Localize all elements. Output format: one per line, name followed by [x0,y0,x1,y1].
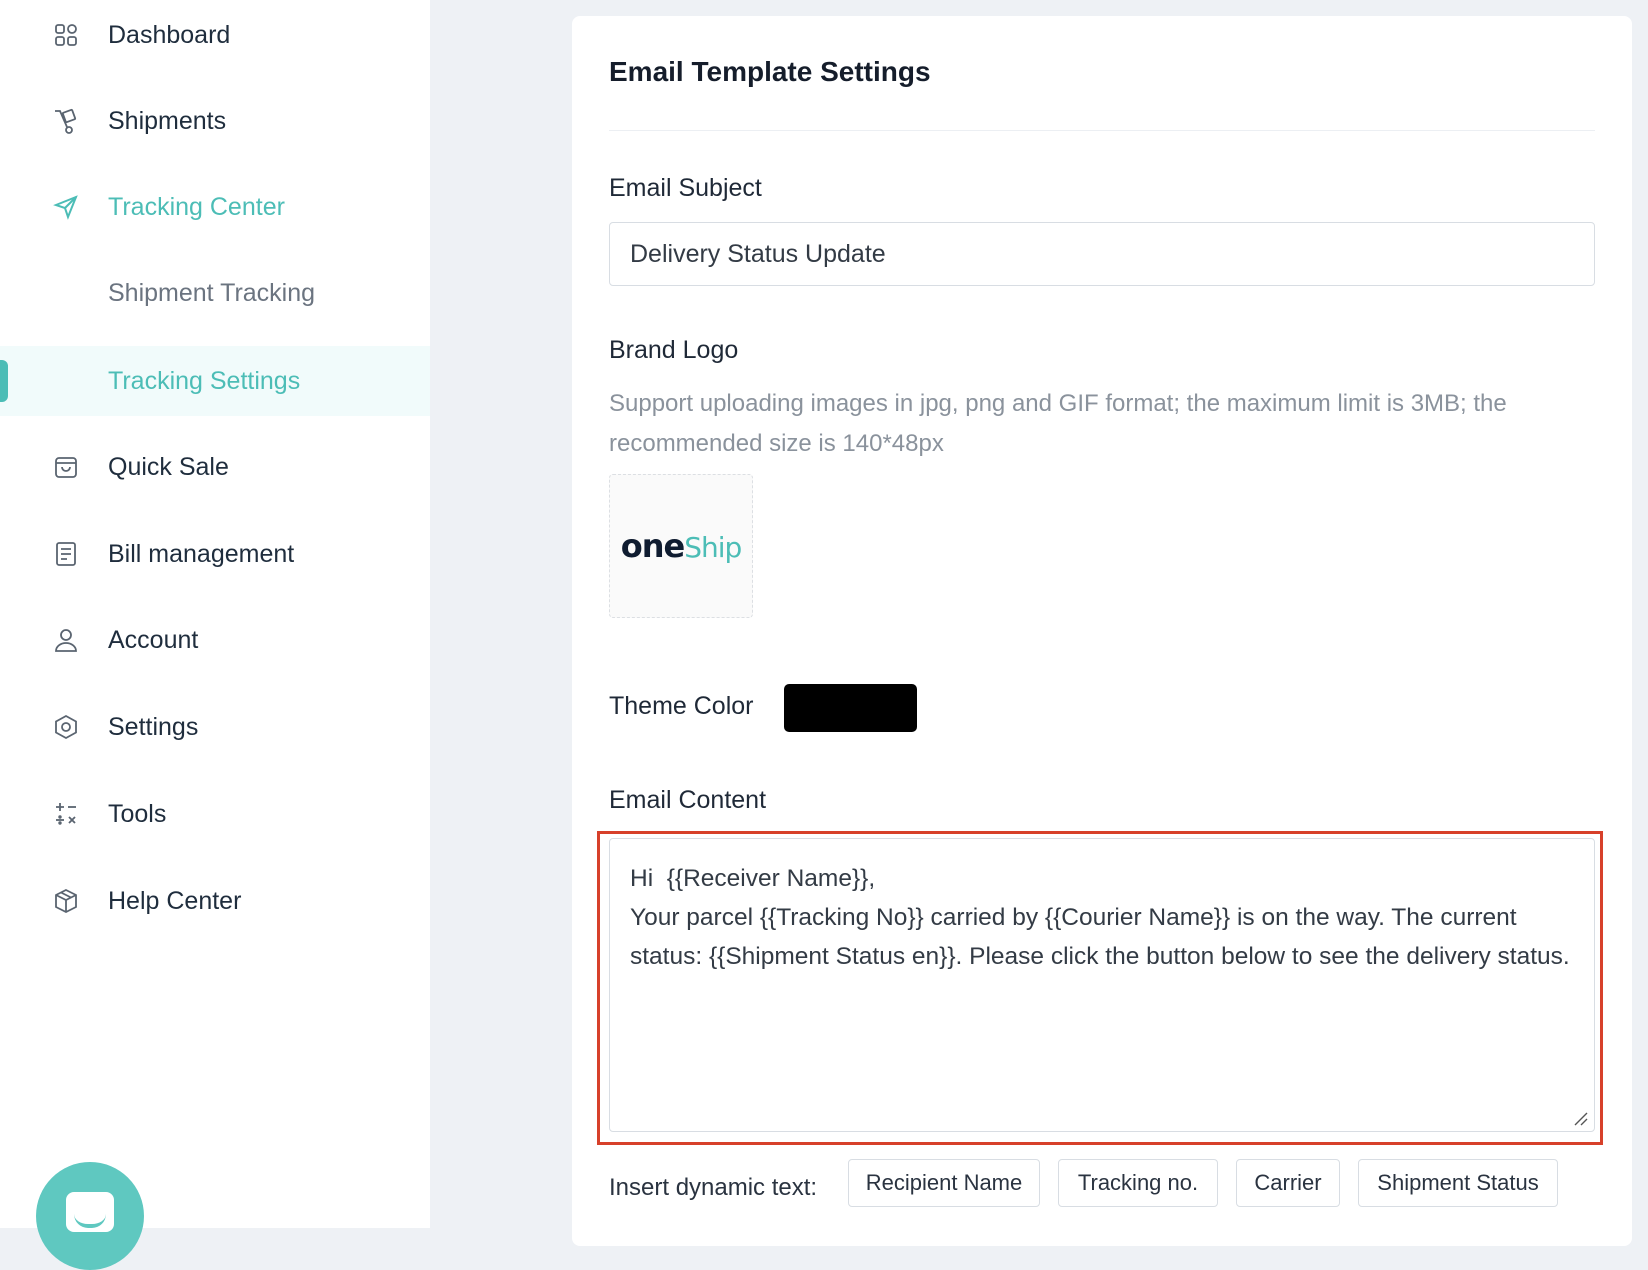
gear-icon [52,713,80,741]
brand-logo: oneShip [620,527,743,565]
email-content-textarea[interactable]: Hi {{Receiver Name}}, Your parcel {{Trac… [609,838,1595,1132]
divider [609,130,1595,131]
nav-label: Help Center [108,886,242,915]
nav-label: Tracking Settings [108,366,301,395]
theme-color-label: Theme Color [609,692,754,720]
nav-label: Bill management [108,539,295,568]
sidebar: Dashboard Shipments Tracking Center Ship… [0,0,430,1270]
email-subject-input[interactable] [609,222,1595,286]
tools-icon [52,800,80,828]
page-title: Email Template Settings [609,56,931,87]
chip-shipment-status[interactable]: Shipment Status [1358,1159,1558,1207]
nav-label: Quick Sale [108,452,229,481]
nav-label: Dashboard [108,20,231,49]
logo-upload[interactable]: oneShip [609,474,753,618]
nav-label: Tracking Center [108,192,285,221]
chat-widget-button[interactable] [36,1162,144,1270]
nav-label: Account [108,625,199,654]
user-icon [52,626,80,654]
chip-carrier[interactable]: Carrier [1236,1159,1340,1207]
nav-quick-sale[interactable]: Quick Sale [0,432,430,502]
nav-label: Shipment Tracking [108,278,316,307]
shipments-icon [52,107,80,135]
nav-bill-management[interactable]: Bill management [0,519,430,589]
resize-handle-icon[interactable] [1572,1110,1588,1126]
nav-label: Settings [108,712,199,741]
nav-tracking-center[interactable]: Tracking Center [0,172,430,242]
nav-settings[interactable]: Settings [0,692,430,762]
logo-upload-hint: Support uploading images in jpg, png and… [609,390,1507,457]
bill-icon [52,540,80,568]
box-icon [52,887,80,915]
nav-label: Shipments [108,106,227,135]
nav-shipment-tracking[interactable]: Shipment Tracking [0,258,430,328]
nav-help-center[interactable]: Help Center [0,866,430,936]
send-icon [52,193,80,221]
nav-dashboard[interactable]: Dashboard [0,0,430,70]
dashboard-icon [52,21,80,49]
bag-icon [52,453,80,481]
email-template-card: Email Template Settings Email Subject Br… [572,16,1632,1246]
logo-text-ship: Ship [684,531,742,564]
chip-tracking-no[interactable]: Tracking no. [1058,1159,1218,1207]
nav-label: Tools [108,799,167,828]
logo-text-one: one [620,527,685,565]
insert-dynamic-label: Insert dynamic text: [609,1174,818,1201]
brand-logo-label: Brand Logo [609,336,739,364]
chip-recipient-name[interactable]: Recipient Name [848,1159,1040,1207]
email-content-label: Email Content [609,786,767,814]
nav-tools[interactable]: Tools [0,779,430,849]
theme-color-picker[interactable] [784,684,917,732]
nav-shipments[interactable]: Shipments [0,86,430,156]
nav-account[interactable]: Account [0,605,430,675]
email-subject-label: Email Subject [609,174,762,202]
nav-tracking-settings[interactable]: Tracking Settings [0,346,430,416]
chat-icon [66,1192,114,1232]
